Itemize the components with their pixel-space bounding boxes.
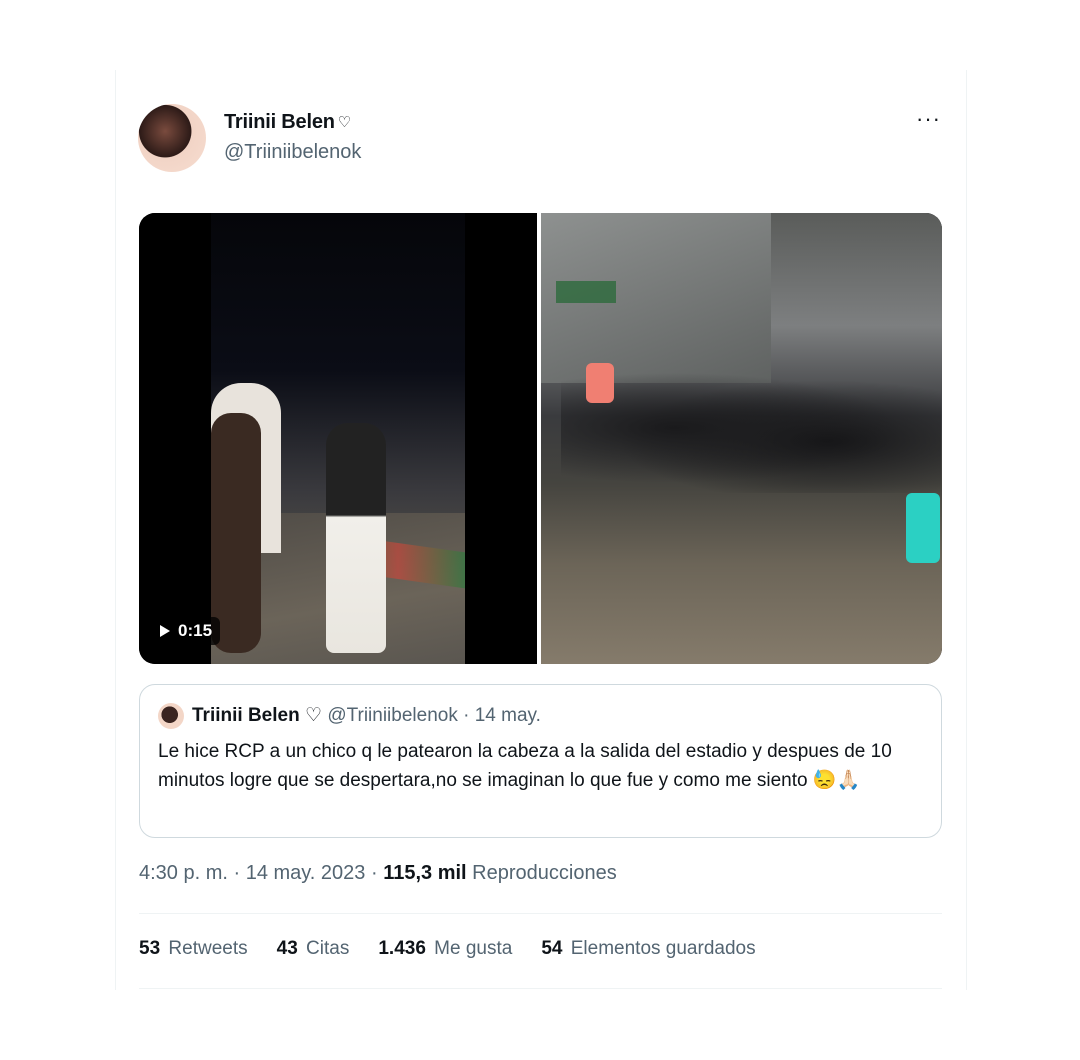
quotes-stat[interactable]: 43 Citas [277,938,350,960]
tweet-stats: 53 Retweets 43 Citas 1.436 Me gusta 54 E… [139,938,756,960]
quoted-author-meta: @Triiniibelenok · 14 may. [327,705,541,726]
quoted-tweet[interactable]: Triinii Belen ♡ @Triiniibelenok · 14 may… [139,684,942,838]
views-count: 115,3 mil [383,862,467,884]
video-duration: 0:15 [178,621,213,640]
heart-icon: ♡ [337,114,352,131]
divider [139,988,942,989]
photo-thumbnail[interactable] [541,213,942,664]
quoted-author-name: Triinii Belen [192,705,300,726]
author-avatar[interactable] [138,104,206,172]
quoted-tweet-header: Triinii Belen ♡ @Triiniibelenok · 14 may… [192,704,541,727]
time-date[interactable]: 4:30 p. m. · 14 may. 2023 · [139,862,383,884]
media-grid: 0:15 [139,213,942,664]
author-name[interactable]: Triinii Belen ♡ [224,111,351,134]
tweet-timestamp: 4:30 p. m. · 14 may. 2023 · 115,3 mil Re… [139,862,617,885]
likes-stat[interactable]: 1.436 Me gusta [378,938,512,960]
quoted-author-avatar [158,703,184,729]
heart-icon: ♡ [304,705,323,726]
video-frame [211,213,465,664]
author-name-text[interactable]: Triinii Belen [224,111,335,133]
more-options-icon[interactable]: ··· [916,106,941,132]
video-duration-badge[interactable]: 0:15 [152,617,221,645]
play-icon [160,625,170,637]
views-label: Reproducciones [472,862,617,884]
video-thumbnail[interactable]: 0:15 [139,213,537,664]
retweets-stat[interactable]: 53 Retweets [139,938,248,960]
quoted-tweet-text: Le hice RCP a un chico q le patearon la … [158,741,892,791]
author-handle[interactable]: @Triiniibelenok [224,141,361,164]
divider [139,913,942,914]
bookmarks-stat[interactable]: 54 Elementos guardados [541,938,755,960]
